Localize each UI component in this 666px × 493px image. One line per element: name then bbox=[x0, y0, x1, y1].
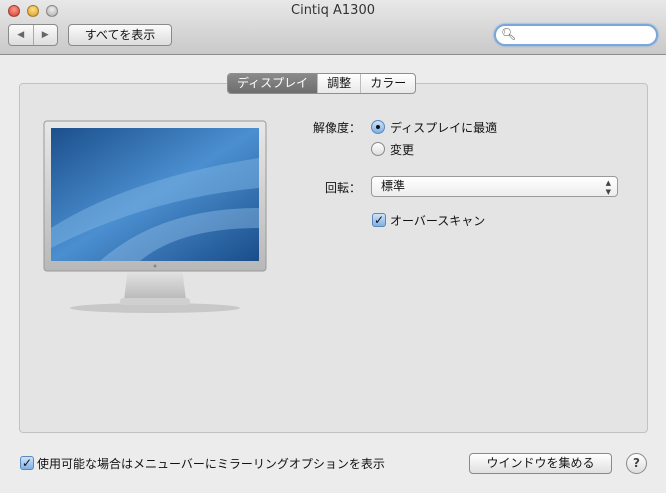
rotation-value: 標準 bbox=[381, 179, 406, 193]
rotation-label: 回転： bbox=[324, 181, 361, 195]
gather-windows-button[interactable]: ウインドウを集める bbox=[469, 453, 612, 474]
monitor-image bbox=[43, 120, 267, 313]
search-input[interactable]: 🔍︎ bbox=[494, 24, 658, 46]
tab-adjust[interactable]: 調整 bbox=[318, 74, 362, 93]
title-bar: Cintiq A1300 ◀ ▶ すべてを表示 🔍︎ bbox=[0, 0, 666, 55]
mirror-options-checkbox[interactable]: ✓ bbox=[20, 456, 34, 470]
resolution-scaled-label[interactable]: 変更 bbox=[390, 141, 414, 158]
overscan-checkbox[interactable]: ✓ bbox=[372, 213, 386, 227]
tab-color[interactable]: カラー bbox=[361, 74, 415, 93]
resolution-label: 解像度： bbox=[312, 121, 361, 135]
forward-button[interactable]: ▶ bbox=[34, 25, 58, 45]
window-title: Cintiq A1300 bbox=[291, 3, 375, 18]
resolution-best-label[interactable]: ディスプレイに最適 bbox=[390, 119, 497, 136]
resolution-best-radio[interactable] bbox=[371, 120, 385, 134]
mirror-options-label[interactable]: 使用可能な場合はメニューバーにミラーリングオプションを表示 bbox=[37, 455, 385, 472]
resolution-scaled-radio[interactable] bbox=[371, 142, 385, 156]
updown-arrows-icon: ▲ ▼ bbox=[605, 179, 611, 196]
rotation-select[interactable]: 標準 ▲ ▼ bbox=[371, 176, 618, 197]
search-icon: 🔍︎ bbox=[501, 27, 517, 41]
show-all-button[interactable]: すべてを表示 bbox=[68, 24, 172, 46]
back-button[interactable]: ◀ bbox=[9, 25, 34, 45]
back-forward-control: ◀ ▶ bbox=[8, 24, 58, 46]
overscan-label[interactable]: オーバースキャン bbox=[390, 212, 485, 229]
preferences-window: Cintiq A1300 ◀ ▶ すべてを表示 🔍︎ ディスプレイ 調整 カラー… bbox=[0, 0, 666, 493]
tab-bar: ディスプレイ 調整 カラー bbox=[227, 73, 417, 94]
help-button[interactable]: ? bbox=[626, 453, 647, 474]
tab-display[interactable]: ディスプレイ bbox=[228, 74, 319, 93]
